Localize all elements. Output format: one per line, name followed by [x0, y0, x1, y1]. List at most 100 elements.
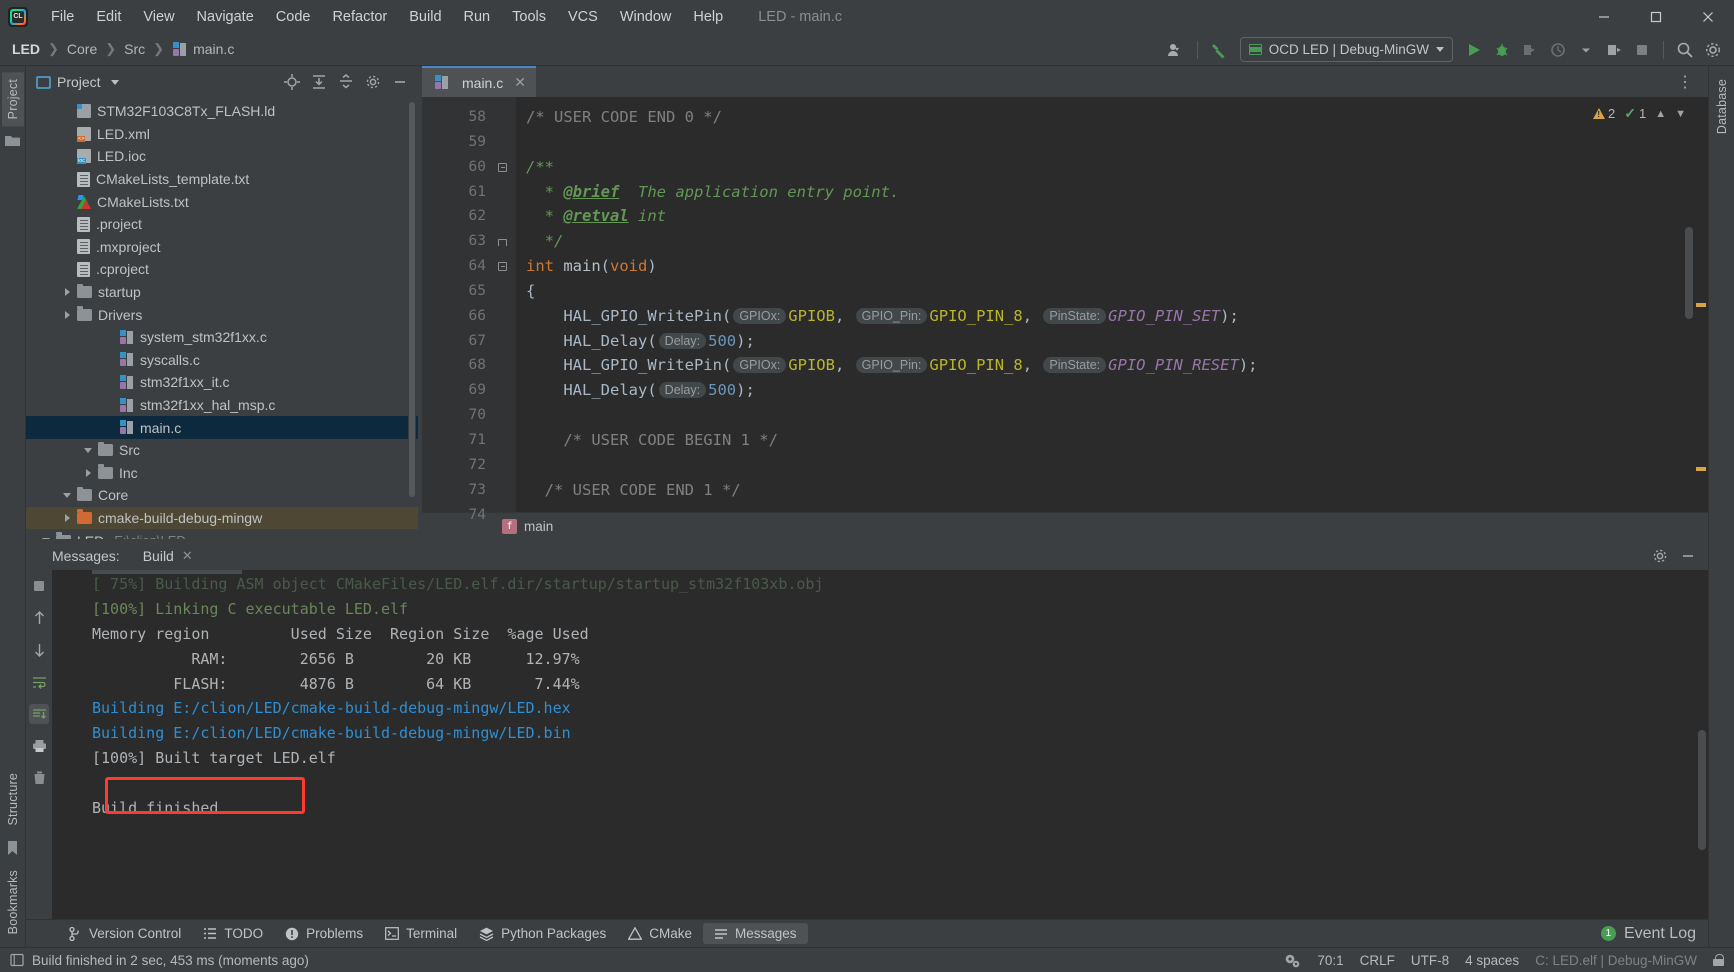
hammer-build-icon[interactable]: [1206, 37, 1232, 63]
breadcrumb-src[interactable]: Src: [124, 41, 145, 57]
editor-breadcrumb-label[interactable]: main: [524, 519, 553, 534]
fold-marker[interactable]: [494, 155, 516, 180]
code-line[interactable]: [516, 503, 1694, 513]
tree-node-stm32f1xx-hal-msp-c[interactable]: stm32f1xx_hal_msp.c: [26, 394, 418, 417]
line-number[interactable]: 59: [422, 130, 494, 155]
build-configuration[interactable]: C: LED.elf | Debug-MinGW: [1535, 953, 1697, 968]
console-line[interactable]: Building E:/clion/LED/cmake-build-debug-…: [52, 721, 1708, 746]
console-line[interactable]: RAM: 2656 B 20 KB 12.97%: [52, 647, 1708, 672]
soft-wrap-icon[interactable]: [29, 672, 49, 692]
tree-node-startup[interactable]: startup: [26, 281, 418, 304]
line-number[interactable]: 69: [422, 378, 494, 403]
chevron-right-icon[interactable]: [61, 511, 74, 524]
code-line[interactable]: int main(void): [516, 254, 1694, 279]
tree-node-system-stm32f1xx-c[interactable]: system_stm32f1xx.c: [26, 326, 418, 349]
code-line[interactable]: /* USER CODE END 0 */: [516, 105, 1694, 130]
code-line[interactable]: {: [516, 279, 1694, 304]
tree-node-drivers[interactable]: Drivers: [26, 303, 418, 326]
bottom-tab-terminal[interactable]: Terminal: [374, 923, 468, 944]
close-icon[interactable]: ✕: [514, 74, 526, 91]
menu-run[interactable]: Run: [453, 5, 502, 29]
search-everywhere-icon[interactable]: [1672, 37, 1698, 63]
bottom-tab-todo[interactable]: TODO: [192, 923, 274, 944]
hide-panel-icon[interactable]: [1676, 544, 1700, 568]
run-configuration-selector[interactable]: OCD LED | Debug-MinGW: [1239, 37, 1453, 62]
line-number[interactable]: 60: [422, 155, 494, 180]
tree-node-cmakelists-txt[interactable]: CMakeLists.txt: [26, 190, 418, 213]
locate-target-icon[interactable]: [280, 70, 304, 94]
warning-count[interactable]: 2: [1593, 106, 1615, 121]
next-problem-icon[interactable]: ▼: [1675, 108, 1686, 120]
line-number[interactable]: 65: [422, 279, 494, 304]
bottom-tab-cmake[interactable]: CMake: [617, 923, 703, 944]
console-vertical-scrollbar[interactable]: [1698, 730, 1706, 850]
hide-panel-icon[interactable]: [388, 70, 412, 94]
settings-gear-icon[interactable]: [1700, 37, 1726, 63]
lock-icon[interactable]: [1713, 954, 1724, 966]
line-number[interactable]: 68: [422, 353, 494, 378]
breadcrumb-mainc[interactable]: main.c: [172, 41, 234, 57]
tree-node-syscalls-c[interactable]: syscalls.c: [26, 349, 418, 372]
console-line[interactable]: [100%] Built target LED.elf: [52, 746, 1708, 771]
line-separator[interactable]: CRLF: [1360, 953, 1395, 968]
settings-gear-icon[interactable]: [1648, 544, 1672, 568]
bottom-tab-version-control[interactable]: Version Control: [58, 923, 192, 944]
caret-position[interactable]: 70:1: [1317, 953, 1343, 968]
console-line[interactable]: [52, 771, 1708, 796]
code-line[interactable]: HAL_GPIO_WritePin(GPIOx: GPIOB, GPIO_Pin:…: [516, 304, 1694, 329]
line-number[interactable]: 64: [422, 254, 510, 279]
event-log-label[interactable]: Event Log: [1624, 925, 1696, 943]
code-line[interactable]: HAL_Delay(Delay: 500);: [516, 378, 1694, 403]
menu-file[interactable]: File: [40, 5, 85, 29]
stop-icon[interactable]: [1629, 37, 1655, 63]
more-options-icon[interactable]: ⋮: [1671, 72, 1700, 92]
inspection-widget[interactable]: 2 ✓ 1 ▲ ▼: [1593, 105, 1686, 122]
indent-setting[interactable]: 4 spaces: [1465, 953, 1519, 968]
up-arrow-icon[interactable]: [29, 608, 49, 628]
chevron-right-icon[interactable]: [61, 286, 74, 299]
down-arrow-icon[interactable]: [29, 640, 49, 660]
run-with-coverage-icon[interactable]: [1545, 37, 1571, 63]
tree-node-stm32f103c8tx-flash-ld[interactable]: STM32F103C8Tx_FLASH.ld: [26, 100, 418, 123]
tree-node-mxproject[interactable]: .mxproject: [26, 236, 418, 259]
check-count[interactable]: ✓ 1: [1624, 105, 1646, 122]
code-line[interactable]: * @retval int: [516, 204, 1694, 229]
code-line[interactable]: [516, 130, 1694, 155]
collapse-all-icon[interactable]: [334, 70, 358, 94]
print-icon[interactable]: [29, 736, 49, 756]
close-icon[interactable]: ✕: [182, 548, 193, 564]
error-marker-strip[interactable]: [1694, 97, 1708, 512]
inspections-icon[interactable]: [1284, 953, 1301, 968]
fold-marker[interactable]: [494, 254, 516, 279]
stop-icon[interactable]: [29, 576, 49, 596]
tree-node-core[interactable]: Core: [26, 484, 418, 507]
chevron-right-icon[interactable]: [61, 308, 74, 321]
debug-icon[interactable]: [1489, 37, 1515, 63]
console-line[interactable]: Build finished: [52, 796, 1708, 821]
editor-vertical-scrollbar[interactable]: [1685, 227, 1693, 319]
project-tree[interactable]: STM32F103C8Tx_FLASH.ld LED.xml LED.ioc CMak…: [26, 98, 418, 539]
menu-help[interactable]: Help: [682, 5, 734, 29]
console-horizontal-scrollbar[interactable]: [92, 570, 242, 574]
code-line[interactable]: * @brief The application entry point.: [516, 180, 1694, 205]
trash-icon[interactable]: [29, 768, 49, 788]
sidebar-tab-project[interactable]: Project: [1, 72, 24, 127]
menu-refactor[interactable]: Refactor: [321, 5, 398, 29]
fold-end-icon[interactable]: [498, 239, 507, 247]
menu-vcs[interactable]: VCS: [557, 5, 609, 29]
tree-node-led-ioc[interactable]: LED.ioc: [26, 145, 418, 168]
tree-node-src[interactable]: Src: [26, 439, 418, 462]
close-button[interactable]: [1682, 0, 1734, 33]
line-number[interactable]: 67: [422, 329, 494, 354]
tree-node-cmake-build-debug-mingw[interactable]: cmake-build-debug-mingw: [26, 506, 418, 530]
chevron-down-icon[interactable]: [1573, 37, 1599, 63]
warning-marker[interactable]: [1696, 467, 1706, 471]
file-encoding[interactable]: UTF-8: [1411, 953, 1449, 968]
console-line[interactable]: [ 75%] Building ASM object CMakeFiles/LE…: [52, 572, 1708, 597]
settings-gear-icon[interactable]: [361, 70, 385, 94]
bottom-tab-problems[interactable]: Problems: [274, 923, 374, 944]
line-number[interactable]: 72: [422, 453, 494, 478]
expand-all-icon[interactable]: [307, 70, 331, 94]
menu-edit[interactable]: Edit: [85, 5, 132, 29]
tree-node-led-xml[interactable]: LED.xml: [26, 123, 418, 146]
